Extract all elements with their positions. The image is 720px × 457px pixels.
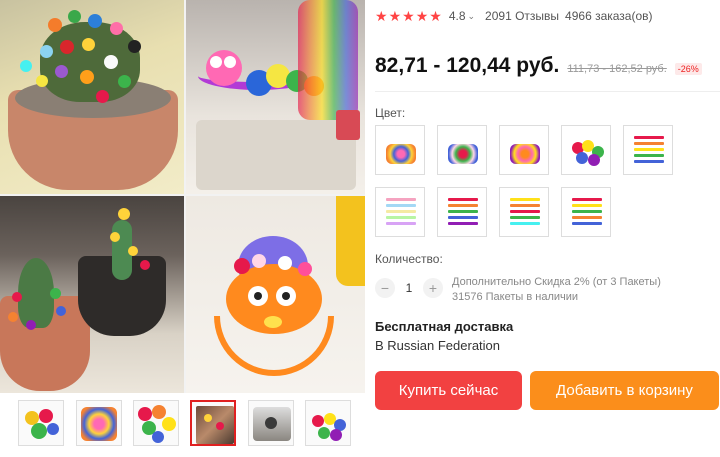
divider (375, 91, 720, 92)
add-to-cart-button[interactable]: Добавить в корзину (530, 371, 719, 410)
color-label: Цвет: (375, 106, 406, 120)
color-swatch-8[interactable] (499, 187, 549, 237)
color-swatch-1[interactable] (375, 125, 425, 175)
star-icon: ★ (388, 8, 402, 24)
thumbnail-2[interactable] (76, 400, 122, 446)
reviews-link[interactable]: 2091 Отзывы (485, 9, 559, 23)
quantity-stepper: − 1 + (375, 277, 443, 299)
price-row: 82,71 - 120,44 руб. 111,73 - 162,52 руб.… (375, 54, 702, 78)
shipping-title: Бесплатная доставка (375, 319, 514, 334)
star-icon: ★ (415, 8, 429, 24)
rating-value[interactable]: 4.8 (449, 9, 466, 23)
thumbnail-strip (18, 400, 358, 450)
color-swatch-4[interactable] (561, 125, 611, 175)
rating-row: ★ ★ ★ ★ ★ 4.8 ⌄ 2091 Отзывы 4966 заказа(… (375, 8, 653, 24)
thumbnail-5[interactable] (248, 400, 294, 446)
main-product-image[interactable] (0, 0, 365, 393)
star-icon: ★ (429, 8, 442, 24)
star-rating: ★ ★ ★ ★ ★ (375, 9, 443, 23)
buy-now-button[interactable]: Купить сейчас (375, 371, 522, 410)
thumbnail-4-active[interactable] (190, 400, 236, 446)
color-swatch-9[interactable] (561, 187, 611, 237)
quantity-info: Дополнительно Скидка 2% (от 3 Пакеты) 31… (452, 275, 661, 305)
photo-cactus-pot (0, 0, 184, 194)
color-swatch-6[interactable] (375, 187, 425, 237)
product-gallery (0, 0, 365, 457)
old-price: 111,73 - 162,52 руб. (567, 63, 667, 75)
discount-badge: -26% (674, 63, 702, 75)
color-swatch-3[interactable] (499, 125, 549, 175)
color-swatch-7[interactable] (437, 187, 487, 237)
thumbnail-3[interactable] (133, 400, 179, 446)
star-icon: ★ (402, 8, 415, 24)
quantity-value[interactable]: 1 (395, 281, 423, 295)
product-info-panel: ★ ★ ★ ★ ★ 4.8 ⌄ 2091 Отзывы 4966 заказа(… (375, 0, 720, 457)
thumbnail-1[interactable] (18, 400, 64, 446)
decrease-button[interactable]: − (375, 278, 395, 298)
orders-count: 4966 заказа(ов) (565, 9, 653, 23)
color-swatch-5[interactable] (623, 125, 673, 175)
quantity-label: Количество: (375, 252, 443, 266)
photo-octopus-craft (186, 196, 365, 393)
thumbnail-6[interactable] (305, 400, 351, 446)
stock-text: 31576 Пакеты в наличии (452, 291, 579, 303)
current-price: 82,71 - 120,44 руб. (375, 54, 560, 77)
photo-caterpillar-craft (186, 0, 365, 194)
chevron-down-icon[interactable]: ⌄ (468, 11, 476, 22)
color-swatch-2[interactable] (437, 125, 487, 175)
photo-cacti-pots (0, 196, 184, 393)
increase-button[interactable]: + (423, 278, 443, 298)
star-icon: ★ (375, 8, 388, 24)
bulk-discount-text: Дополнительно Скидка 2% (от 3 Пакеты) (452, 276, 661, 288)
shipping-destination[interactable]: В Russian Federation (375, 338, 500, 353)
